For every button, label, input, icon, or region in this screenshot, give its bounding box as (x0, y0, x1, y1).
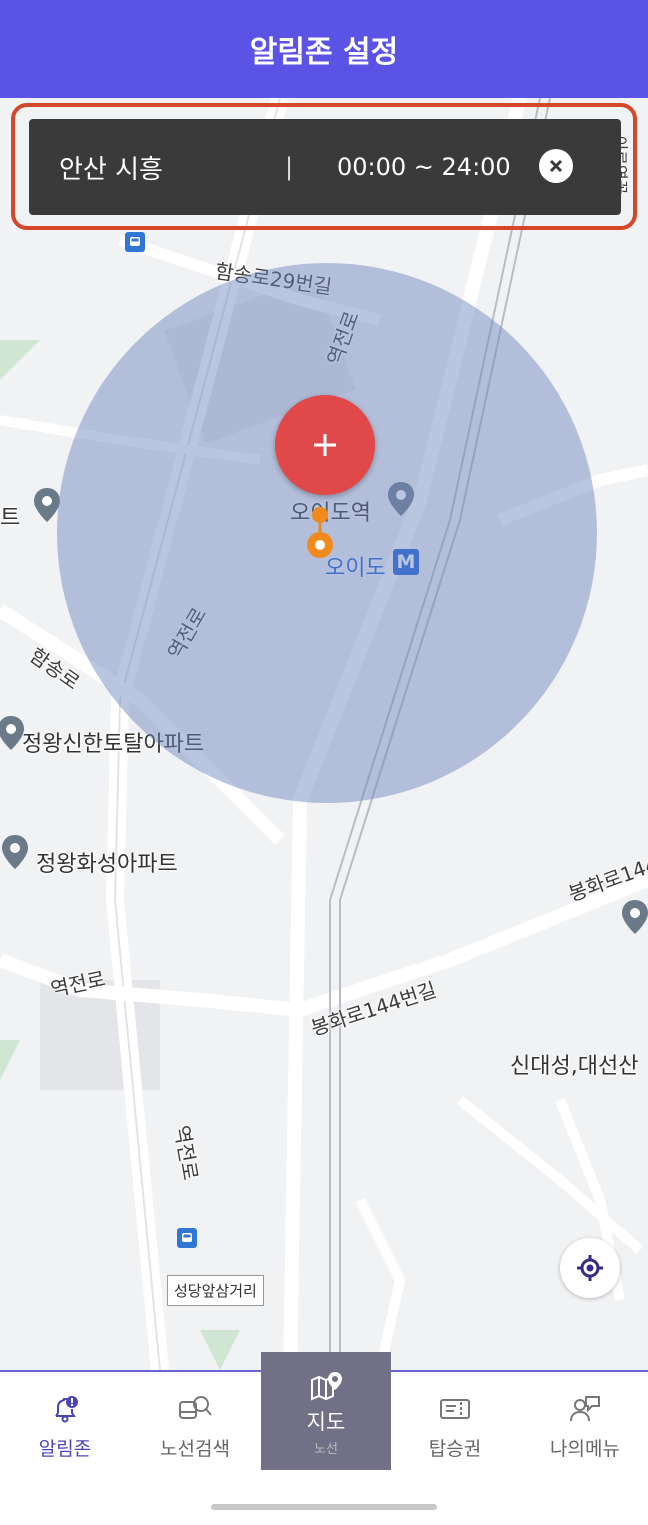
close-icon (549, 159, 563, 173)
nav-map[interactable]: 지도 노선 (261, 1352, 391, 1470)
system-bar (0, 1495, 648, 1525)
place-label: 정왕화성아파트 (36, 852, 178, 877)
crosshair-icon (577, 1255, 603, 1281)
close-button[interactable] (539, 149, 573, 183)
nav-ticket[interactable]: 탑승권 (400, 1372, 510, 1497)
ticket-icon (440, 1399, 470, 1419)
alert-region-label: 안산 시흥 (59, 154, 163, 185)
map-pin-icon (311, 1372, 342, 1401)
nav-label: 노선검색 (160, 1438, 230, 1460)
home-indicator[interactable] (211, 1504, 437, 1510)
nav-sublabel: 노선 (314, 1442, 338, 1457)
nav-label: 지도 (306, 1410, 346, 1434)
bus-stop-icon[interactable] (125, 232, 145, 252)
current-station-marker-icon (307, 507, 333, 558)
bus-search-icon (179, 1396, 212, 1419)
alert-divider: | (285, 153, 294, 181)
bus-stop-label[interactable]: 성당앞삼거리 (167, 1275, 264, 1306)
my-location-button[interactable] (560, 1238, 620, 1298)
place-pin-icon[interactable] (0, 714, 26, 752)
alert-zone-bar[interactable]: 안산 시흥 | 00:00 ~ 24:00 (29, 119, 621, 215)
bottom-navigation: 알림존 노선검색 지도 노선 탑승권 나의메뉴 (0, 1352, 648, 1497)
nav-label: 알림존 (38, 1438, 92, 1460)
nav-route-search[interactable]: 노선검색 (140, 1372, 250, 1497)
page-header: 알림존 설정 (0, 0, 648, 98)
nav-my-menu[interactable]: 나의메뉴 (530, 1372, 640, 1497)
place-label: 트 (0, 506, 21, 531)
alert-time-range: 00:00 ~ 24:00 (337, 153, 511, 181)
add-zone-button[interactable] (275, 395, 375, 495)
nav-label: 나의메뉴 (550, 1438, 620, 1460)
place-pin-icon[interactable] (620, 898, 648, 936)
nav-alert-zone[interactable]: 알림존 (10, 1372, 120, 1497)
place-label: 신대성,대선산 (510, 1054, 639, 1079)
nav-label: 탑승권 (428, 1438, 482, 1460)
page-title: 알림존 설정 (249, 35, 399, 70)
user-menu-icon (570, 1396, 600, 1422)
plus-icon (314, 434, 336, 456)
place-pin-icon[interactable] (0, 833, 30, 871)
bell-alert-icon (55, 1396, 78, 1423)
bus-stop-icon[interactable] (177, 1228, 197, 1248)
